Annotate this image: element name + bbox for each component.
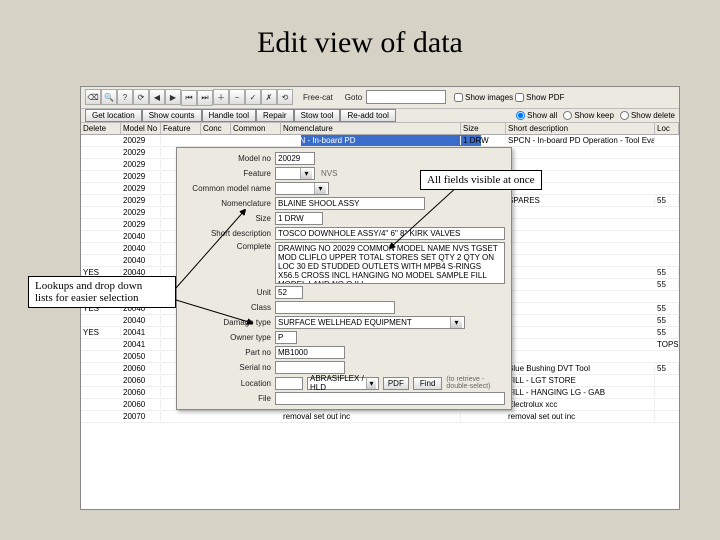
unit-input[interactable]: [275, 286, 303, 299]
col-header[interactable]: Nomenclature: [281, 123, 461, 134]
label-unit: Unit: [183, 288, 271, 297]
chevron-down-icon: ▾: [450, 317, 462, 328]
col-header[interactable]: Common: [231, 123, 281, 134]
col-header[interactable]: Short description: [506, 123, 655, 134]
toolbar-button-12[interactable]: ✗: [261, 89, 277, 105]
conc-text: NVS: [321, 169, 337, 178]
pdf-button[interactable]: PDF: [383, 377, 409, 390]
label-location: Location: [183, 379, 271, 388]
toolbar-button-2[interactable]: ?: [117, 89, 133, 105]
free-cat-label: Free-cat: [301, 93, 335, 102]
goto-label: Goto: [343, 93, 364, 102]
callout-all-fields: All fields visible at once: [420, 170, 542, 190]
label-damage-type: Damage type: [183, 318, 271, 327]
action-button-4[interactable]: Stow tool: [294, 109, 341, 122]
find-button[interactable]: Find: [413, 377, 443, 390]
toolbar-button-4[interactable]: ◀: [149, 89, 165, 105]
action-button-3[interactable]: Repair: [256, 109, 294, 122]
complete-textarea[interactable]: DRAWING NO 20029 COMMON MODEL NAME NVS T…: [275, 242, 505, 284]
col-header[interactable]: Delete: [81, 123, 121, 134]
location-select[interactable]: ABRASIFLEX / HLD▾: [307, 377, 379, 390]
show-pdf-checkbox[interactable]: Show PDF: [515, 93, 564, 102]
label-short-desc: Short description: [183, 229, 271, 238]
action-button-1[interactable]: Show counts: [142, 109, 202, 122]
toolbar-button-8[interactable]: ＋: [213, 89, 229, 105]
label-owner-type: Owner type: [183, 333, 271, 342]
label-serial-no: Serial no: [183, 363, 271, 372]
col-header[interactable]: Model No: [121, 123, 161, 134]
slide-title: Edit view of data: [0, 0, 720, 70]
toolbar-button-9[interactable]: −: [229, 89, 245, 105]
table-row[interactable]: 20070removal set out incremoval set out …: [81, 411, 679, 423]
toolbar-button-6[interactable]: ⏮: [181, 90, 197, 106]
col-header[interactable]: Conc: [201, 123, 231, 134]
label-complete: Complete: [183, 242, 271, 251]
toolbar-button-0[interactable]: ⌫: [85, 89, 101, 105]
show-keep-radio[interactable]: Show keep: [563, 111, 614, 120]
show-delete-radio[interactable]: Show delete: [620, 111, 675, 120]
toolbar-button-11[interactable]: ✓: [245, 89, 261, 105]
size-input[interactable]: [275, 212, 323, 225]
col-header[interactable]: Loc: [655, 123, 679, 134]
toolbar-button-7[interactable]: ⏭: [197, 90, 213, 106]
label-feature: Feature: [183, 169, 271, 178]
data-grid[interactable]: 20029SPCN - In‑board PD1 DRWSPCN - In‑bo…: [81, 135, 679, 510]
table-header: DeleteModel NoFeatureConcCommonNomenclat…: [81, 123, 679, 135]
label-size: Size: [183, 214, 271, 223]
action-button-2[interactable]: Handle tool: [202, 109, 256, 122]
nomenclature-input[interactable]: [275, 197, 425, 210]
main-toolbar: ⌫🔍?⟳◀▶⏮⏭＋−✓✗⟲ Free-cat Goto Show images …: [81, 87, 679, 109]
toolbar-button-3[interactable]: ⟳: [133, 89, 149, 105]
toolbar-button-5[interactable]: ▶: [165, 89, 181, 105]
label-part-no: Part no: [183, 348, 271, 357]
label-model-no: Model no: [183, 154, 271, 163]
damage-type-select[interactable]: SURFACE WELLHEAD EQUIPMENT▾: [275, 316, 465, 329]
label-nomenclature: Nomenclature: [183, 199, 271, 208]
col-header[interactable]: Size: [461, 123, 506, 134]
action-button-5[interactable]: Re-add tool: [340, 109, 395, 122]
col-header[interactable]: Feature: [161, 123, 201, 134]
toolbar-button-1[interactable]: 🔍: [101, 89, 117, 105]
class-input[interactable]: [275, 301, 395, 314]
file-input[interactable]: [275, 392, 505, 405]
model-no-input[interactable]: [275, 152, 315, 165]
retrieve-note: (to retrieve - double-select): [446, 376, 505, 390]
show-all-radio[interactable]: Show all: [516, 111, 557, 120]
owner-type-input[interactable]: [275, 331, 297, 344]
table-row[interactable]: 20029SPCN - In‑board PD1 DRWSPCN - In‑bo…: [81, 135, 679, 147]
label-file: File: [183, 394, 271, 403]
common-name-select[interactable]: ▾: [275, 182, 329, 195]
chevron-down-icon: ▾: [314, 183, 326, 194]
goto-input[interactable]: [366, 90, 446, 104]
action-button-0[interactable]: Get location: [85, 109, 142, 122]
chevron-down-icon: ▾: [300, 168, 312, 179]
action-bar: Get locationShow countsHandle toolRepair…: [81, 109, 679, 123]
label-common-name: Common model name: [183, 184, 271, 193]
feature-select[interactable]: ▾: [275, 167, 315, 180]
show-images-checkbox[interactable]: Show images: [454, 93, 513, 102]
serial-no-input[interactable]: [275, 361, 345, 374]
label-class: Class: [183, 303, 271, 312]
location-input[interactable]: [275, 377, 303, 390]
chevron-down-icon: ▾: [366, 378, 376, 389]
callout-lookups: Lookups and drop down lists for easier s…: [28, 276, 176, 308]
part-no-input[interactable]: [275, 346, 345, 359]
short-desc-input[interactable]: [275, 227, 505, 240]
toolbar-button-13[interactable]: ⟲: [277, 89, 293, 105]
